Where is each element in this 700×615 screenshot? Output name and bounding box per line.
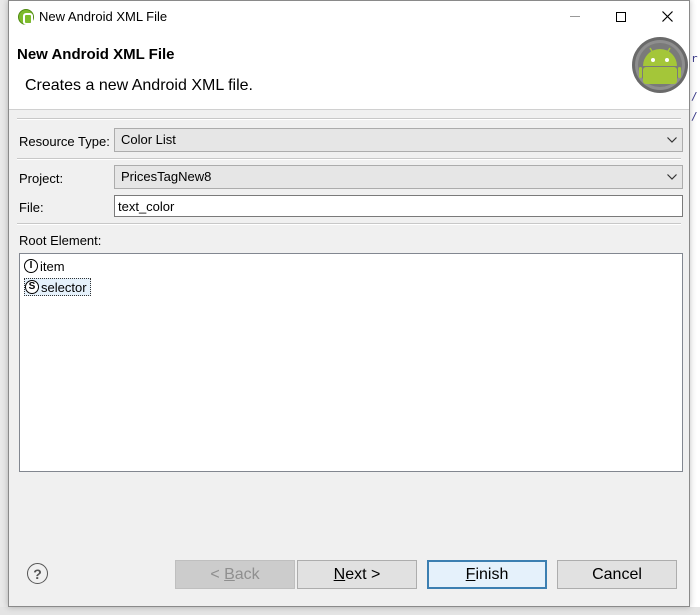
selector-icon: S — [25, 280, 39, 294]
resource-type-label: Resource Type: — [19, 134, 110, 149]
finish-rest: inish — [475, 565, 509, 583]
chevron-down-icon — [667, 174, 677, 180]
back-mnemonic: B — [224, 565, 235, 583]
maximize-icon — [616, 11, 626, 22]
item-icon: I — [24, 259, 38, 273]
resource-type-value: Color List — [121, 132, 176, 147]
separator — [17, 158, 681, 160]
wizard-header: New Android XML File Creates a new Andro… — [9, 32, 689, 110]
root-element-label: Root Element: — [19, 233, 102, 248]
next-button[interactable]: Next > — [297, 560, 417, 589]
ide-background-left — [0, 0, 8, 615]
wizard-description: Creates a new Android XML file. — [25, 77, 253, 94]
project-value: PricesTagNew8 — [121, 169, 212, 184]
minimize-button[interactable] — [552, 1, 598, 32]
chevron-down-icon — [667, 137, 677, 143]
close-icon — [661, 11, 673, 22]
list-item-selector[interactable]: S selector — [24, 278, 91, 296]
list-item-label: item — [40, 258, 65, 274]
cancel-button[interactable]: Cancel — [557, 560, 677, 589]
new-android-xml-file-dialog: New Android XML File New Android XML Fil… — [8, 0, 690, 607]
ide-background-bottom — [0, 607, 700, 615]
project-label: Project: — [19, 171, 64, 186]
ide-code-glyph: / — [691, 90, 698, 103]
back-rest: ack — [234, 565, 260, 583]
ide-code-glyph: r — [691, 52, 698, 65]
back-prefix: < — [210, 565, 225, 583]
android-icon — [18, 9, 34, 25]
separator — [17, 223, 681, 225]
title-bar: New Android XML File — [9, 1, 689, 32]
back-button[interactable]: < Back — [175, 560, 295, 589]
help-icon[interactable]: ? — [27, 563, 48, 584]
separator — [17, 118, 681, 120]
file-label: File: — [19, 200, 44, 215]
file-name-input[interactable]: text_color — [114, 195, 683, 217]
finish-button[interactable]: Finish — [427, 560, 547, 589]
wizard-title: New Android XML File — [17, 46, 175, 63]
project-combo[interactable]: PricesTagNew8 — [114, 165, 683, 189]
resource-type-combo[interactable]: Color List — [114, 128, 683, 152]
window-title: New Android XML File — [39, 9, 168, 24]
next-mnemonic: N — [333, 565, 346, 583]
android-logo-icon — [632, 37, 688, 93]
root-element-list[interactable]: I item S selector — [19, 253, 683, 472]
minimize-icon — [570, 16, 580, 17]
next-rest: ext > — [345, 565, 381, 583]
finish-mnemonic: F — [465, 565, 476, 583]
list-item-item[interactable]: I item — [24, 257, 68, 275]
maximize-button[interactable] — [598, 1, 644, 32]
close-button[interactable] — [644, 1, 690, 32]
ide-code-glyph: / — [691, 110, 698, 123]
list-item-label: selector — [41, 279, 87, 295]
